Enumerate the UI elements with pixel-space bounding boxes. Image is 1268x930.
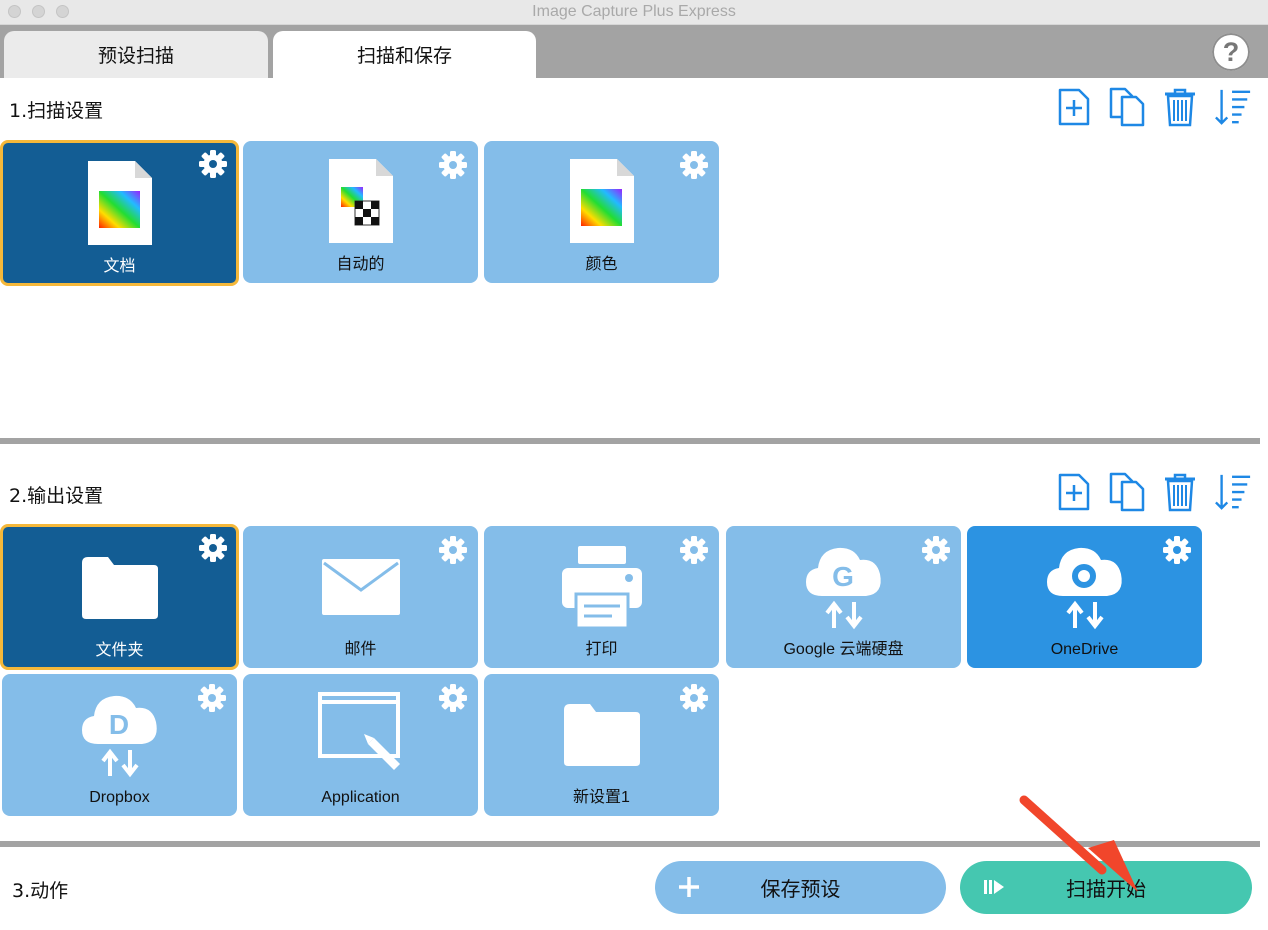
tab-preset-scan[interactable]: 预设扫描 — [4, 31, 268, 78]
sort-icon — [1215, 89, 1251, 125]
add-document-icon — [1058, 88, 1090, 126]
mail-icon — [321, 559, 400, 615]
tile-label: 打印 — [585, 641, 618, 658]
tile-label: 文件夹 — [95, 642, 144, 659]
gear-icon[interactable] — [198, 149, 228, 179]
tile-label: 自动的 — [336, 256, 385, 273]
printer-icon — [561, 546, 642, 628]
duplicate-setting-button[interactable] — [1108, 472, 1146, 512]
duplicate-icon — [1109, 472, 1145, 512]
sort-icon — [1215, 474, 1251, 510]
tile-label: Google 云端硬盘 — [783, 641, 904, 658]
gear-icon[interactable] — [438, 535, 468, 565]
add-document-icon — [1058, 473, 1090, 511]
duplicate-icon — [1109, 87, 1145, 127]
tile-label: 颜色 — [585, 256, 618, 273]
gear-icon[interactable] — [198, 533, 228, 563]
tile-label: 邮件 — [344, 641, 377, 658]
save-preset-button[interactable]: 保存预设 — [655, 861, 946, 914]
gear-icon[interactable] — [679, 683, 709, 713]
color-document-icon — [569, 159, 634, 243]
save-preset-label: 保存预设 — [760, 877, 841, 901]
onedrive-cloud-icon — [1046, 547, 1122, 630]
folder-icon — [81, 557, 158, 619]
output-setting-tile-mail[interactable]: 邮件 — [243, 526, 478, 668]
output-setting-tile-print[interactable]: 打印 — [484, 526, 719, 668]
tile-label: Application — [321, 789, 400, 806]
tile-label: Dropbox — [89, 789, 150, 806]
gear-icon[interactable] — [679, 535, 709, 565]
add-setting-button[interactable] — [1055, 87, 1093, 127]
gear-icon[interactable] — [197, 683, 227, 713]
svg-text:G: G — [832, 561, 854, 592]
gear-icon[interactable] — [438, 150, 468, 180]
output-setting-tile-dropbox[interactable]: D Dropbox — [2, 674, 237, 816]
scan-settings-heading: 1.扫描设置 — [9, 100, 104, 122]
gear-icon[interactable] — [438, 683, 468, 713]
actions-heading: 3.动作 — [12, 880, 69, 902]
output-setting-tile-onedrive[interactable]: OneDrive — [967, 526, 1202, 668]
window-title: Image Capture Plus Express — [532, 3, 736, 20]
svg-text:D: D — [108, 709, 128, 740]
output-setting-tile-folder[interactable]: 文件夹 — [0, 524, 239, 670]
output-setting-tile-new-setting[interactable]: 新设置1 — [484, 674, 719, 816]
tab-bar: 预设扫描 扫描和保存 ? — [0, 25, 1268, 78]
help-button[interactable]: ? — [1212, 33, 1250, 71]
trash-icon — [1165, 88, 1195, 127]
delete-setting-button[interactable] — [1161, 87, 1199, 127]
auto-document-icon — [328, 159, 393, 243]
folder-icon — [563, 704, 640, 766]
delete-setting-button[interactable] — [1161, 472, 1199, 512]
gear-icon[interactable] — [921, 535, 951, 565]
dropbox-cloud-icon: D — [81, 695, 157, 778]
output-settings-heading: 2.输出设置 — [9, 485, 104, 507]
tile-label: 新设置1 — [573, 789, 630, 806]
trash-icon — [1165, 473, 1195, 512]
scan-setting-tile-document[interactable]: 文档 — [0, 140, 239, 286]
window-titlebar: Image Capture Plus Express — [0, 0, 1268, 25]
color-document-icon — [87, 161, 152, 245]
sort-settings-button[interactable] — [1214, 472, 1252, 512]
google-drive-cloud-icon: G — [805, 547, 881, 630]
tile-label: OneDrive — [1050, 641, 1119, 658]
output-setting-tile-google-drive[interactable]: G Google 云端硬盘 — [726, 526, 961, 668]
scan-setting-tile-auto[interactable]: 自动的 — [243, 141, 478, 283]
gear-icon[interactable] — [1162, 535, 1192, 565]
tab-scan-and-save[interactable]: 扫描和保存 — [273, 31, 536, 78]
add-setting-button[interactable] — [1055, 472, 1093, 512]
duplicate-setting-button[interactable] — [1108, 87, 1146, 127]
section-divider — [0, 438, 1260, 444]
output-setting-tile-application[interactable]: Application — [243, 674, 478, 816]
sort-settings-button[interactable] — [1214, 87, 1252, 127]
annotation-arrow-icon — [1019, 795, 1138, 892]
scan-setting-tile-color[interactable]: 颜色 — [484, 141, 719, 283]
output-settings-toolbar — [1055, 472, 1252, 514]
application-icon — [317, 692, 400, 770]
gear-icon[interactable] — [679, 150, 709, 180]
scan-settings-toolbar — [1055, 87, 1252, 129]
tile-label: 文档 — [103, 258, 136, 275]
